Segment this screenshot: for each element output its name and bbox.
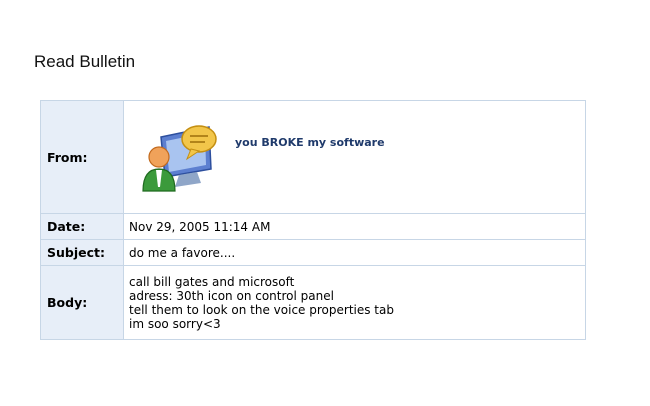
date-row: Date: Nov 29, 2005 11:14 AM <box>40 213 586 240</box>
body-line: call bill gates and microsoft <box>129 274 295 289</box>
from-row: From: you BROKE my software <box>40 100 586 214</box>
subject-value: do me a favore.... <box>123 239 586 266</box>
user-avatar-icon[interactable] <box>139 117 229 197</box>
date-label: Date: <box>40 213 124 240</box>
from-label: From: <box>40 100 124 214</box>
body-line: im soo sorry<3 <box>129 316 221 331</box>
subject-label: Subject: <box>40 239 124 266</box>
from-cell: you BROKE my software <box>123 100 586 214</box>
date-value: Nov 29, 2005 11:14 AM <box>123 213 586 240</box>
body-line: adress: 30th icon on control panel <box>129 288 334 303</box>
body-value: call bill gates and microsoft adress: 30… <box>123 265 586 340</box>
body-line: tell them to look on the voice propertie… <box>129 302 394 317</box>
body-label: Body: <box>40 265 124 340</box>
body-row: Body: call bill gates and microsoft adre… <box>40 265 586 340</box>
page-title: Read Bulletin <box>34 52 136 71</box>
bulletin-table: From: you BROKE my software Date: Nov 29… <box>40 100 586 340</box>
from-name-link[interactable]: you BROKE my software <box>235 136 385 149</box>
subject-row: Subject: do me a favore.... <box>40 239 586 266</box>
